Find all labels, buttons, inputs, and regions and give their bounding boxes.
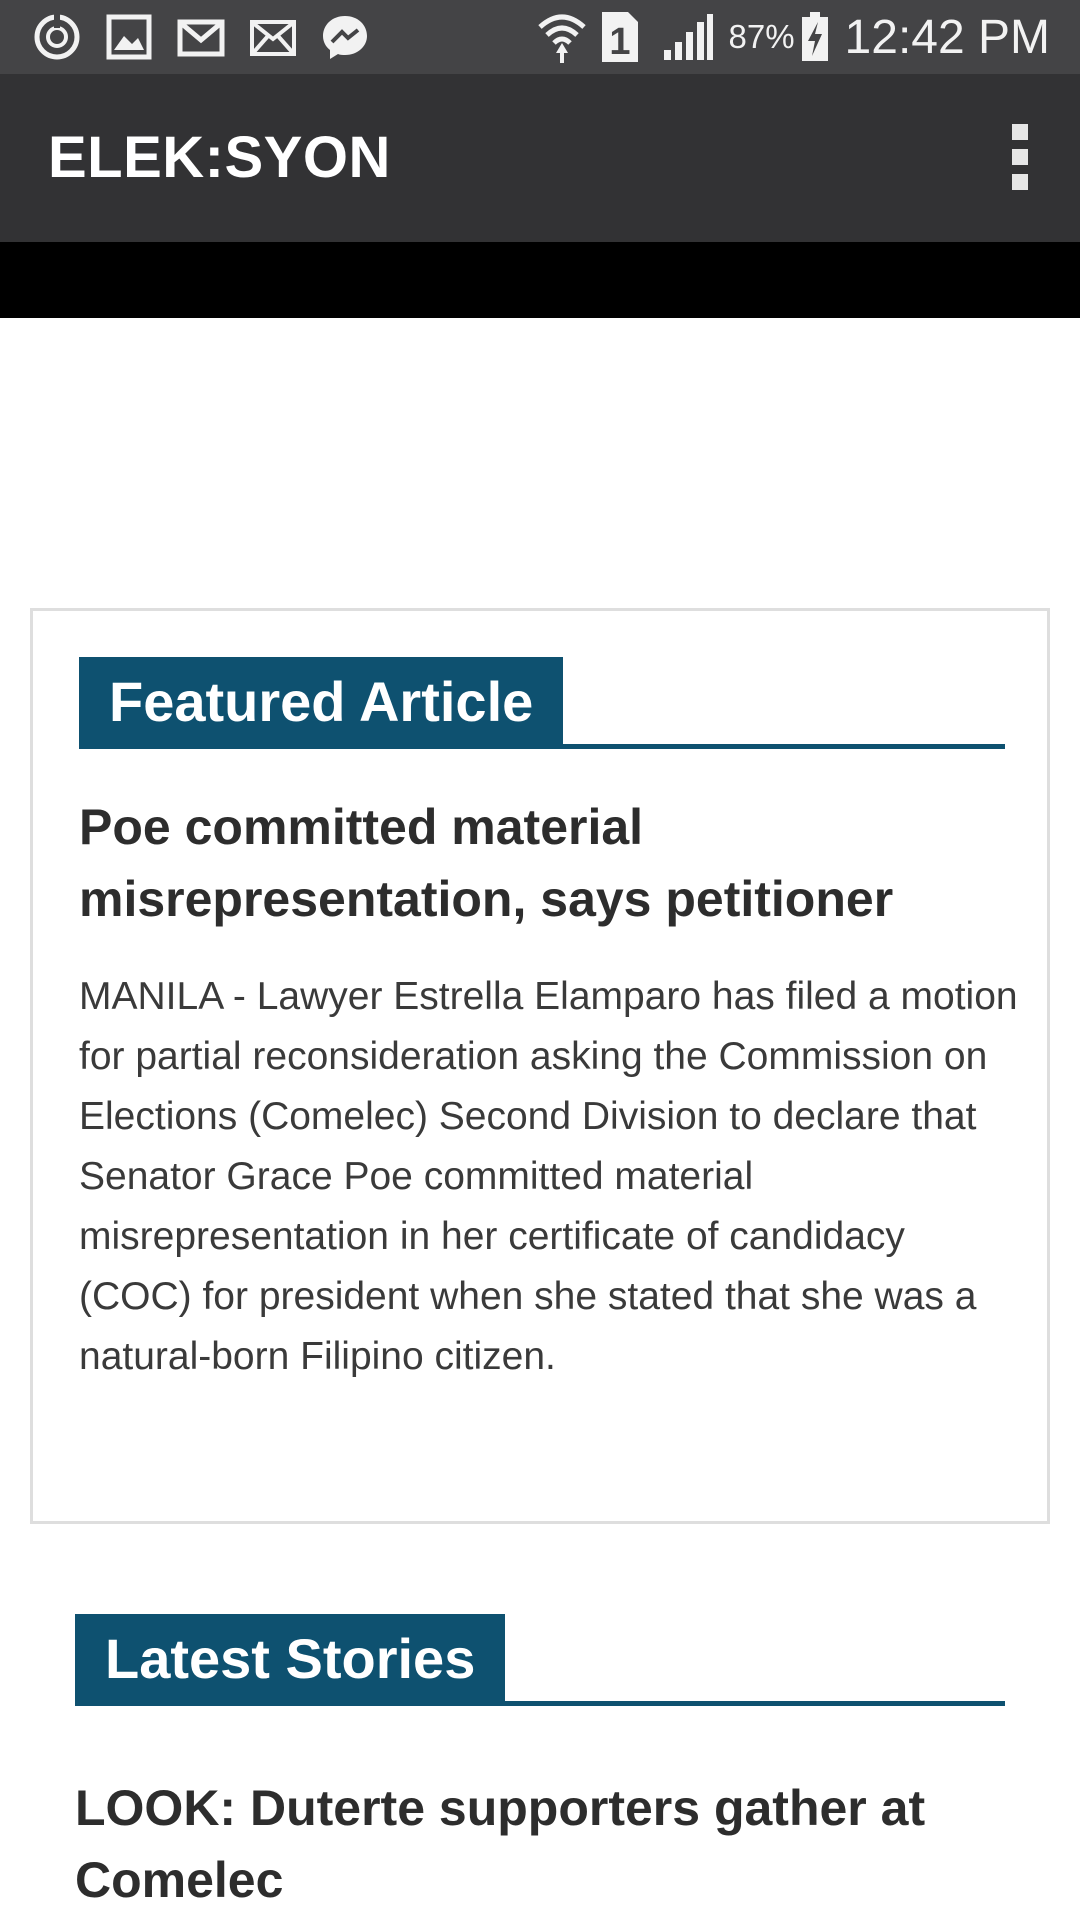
mail-icon: [250, 20, 296, 56]
section-label: Latest Stories: [75, 1614, 506, 1704]
featured-section-header: Featured Article: [79, 657, 1005, 749]
gallery-icon: [106, 14, 152, 60]
sync-icon: [34, 14, 80, 60]
wifi-icon: [538, 14, 587, 63]
story-title[interactable]: LOOK: Duterte supporters gather at Comel…: [75, 1772, 1005, 1916]
app-bar: ELEK:SYON: [0, 74, 1080, 242]
status-indicators: 1 87% 12:42 PM: [536, 0, 1050, 74]
overflow-dot: [1012, 149, 1028, 165]
overflow-dot: [1012, 174, 1028, 190]
overflow-dot: [1012, 124, 1028, 140]
section-divider: [75, 1701, 1005, 1706]
svg-text:1: 1: [610, 21, 631, 63]
section-label: Featured Article: [79, 657, 564, 747]
signal-icon: [664, 14, 714, 60]
app-title: ELEK:SYON: [48, 125, 391, 190]
featured-article-card[interactable]: Featured Article Poe committed material …: [30, 608, 1050, 1524]
section-divider: [79, 744, 1005, 749]
featured-article-title[interactable]: Poe committed material misrepresentation…: [79, 791, 1009, 935]
latest-stories-header: Latest Stories: [75, 1614, 1005, 1706]
featured-article-summary: MANILA - Lawyer Estrella Elamparo has fi…: [79, 975, 1018, 1378]
status-bar: 1 87% 12:42 PM: [0, 0, 1080, 74]
battery-charging-icon: [801, 12, 828, 61]
messenger-icon: [323, 16, 367, 59]
status-clock: 12:42 PM: [844, 10, 1050, 64]
banner-area: [0, 242, 1080, 318]
gmail-icon: [177, 19, 225, 57]
battery-percent: 87%: [728, 18, 795, 55]
sim-1-icon: 1: [602, 12, 639, 63]
overflow-menu-icon[interactable]: [990, 112, 1050, 202]
